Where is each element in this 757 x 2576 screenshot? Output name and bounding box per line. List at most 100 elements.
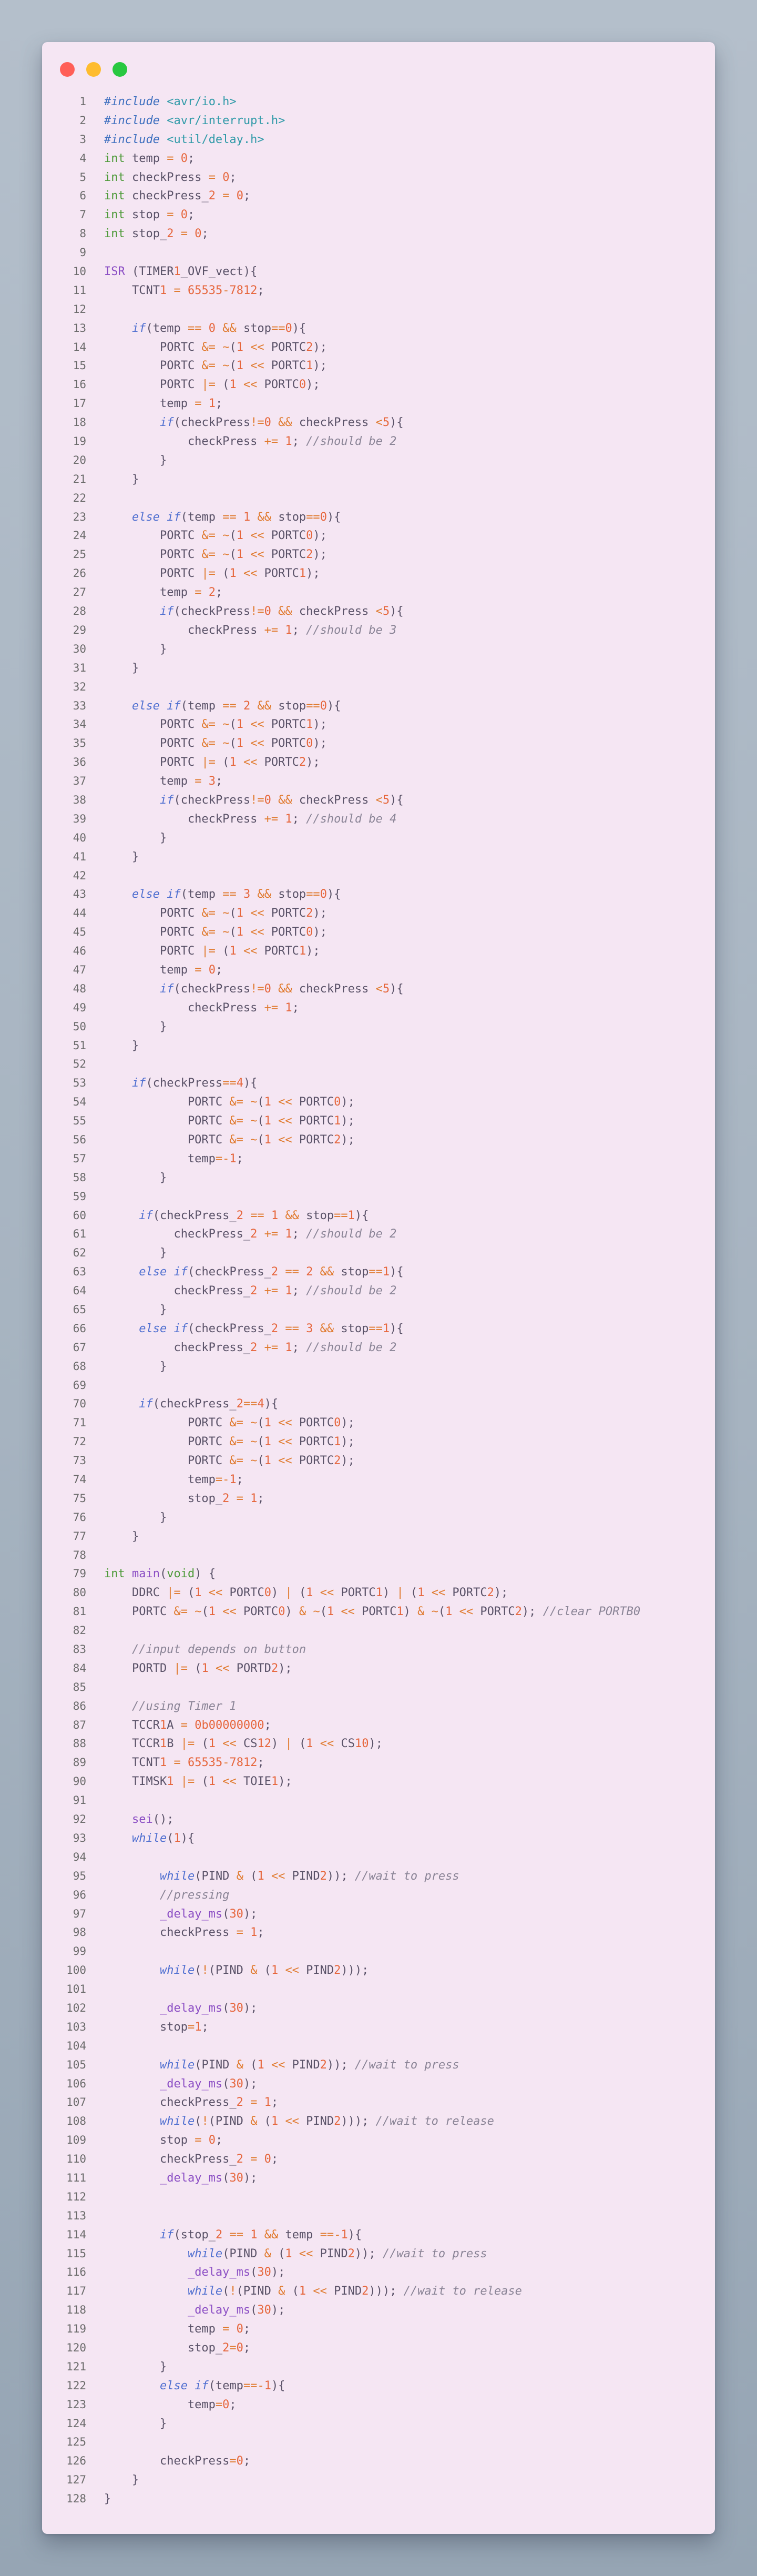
code-line[interactable]: 17 temp = 1;	[42, 394, 715, 413]
code-line[interactable]: 100 while(!(PIND & (1 << PIND2)));	[42, 1961, 715, 1980]
line-source[interactable]: while(!(PIND & (1 << PIND2))); //wait to…	[86, 2112, 494, 2131]
line-source[interactable]: }	[86, 2471, 139, 2490]
line-source[interactable]: checkPress_2 += 1; //should be 2	[86, 1225, 396, 1244]
code-line[interactable]: 29 checkPress += 1; //should be 3	[42, 621, 715, 640]
line-source[interactable]	[86, 489, 104, 508]
line-source[interactable]: while(1){	[86, 1829, 195, 1848]
line-source[interactable]: PORTC &= ~(1 << PORTC1);	[86, 1433, 355, 1452]
line-source[interactable]	[86, 867, 104, 886]
maximize-button[interactable]	[112, 62, 127, 77]
code-line[interactable]: 2 #include <avr/interrupt.h>	[42, 111, 715, 130]
line-source[interactable]: #include <avr/interrupt.h>	[86, 111, 285, 130]
code-line[interactable]: 107 checkPress_2 = 1;	[42, 2093, 715, 2112]
code-line[interactable]: 14 PORTC &= ~(1 << PORTC2);	[42, 338, 715, 357]
line-source[interactable]	[86, 244, 104, 262]
line-source[interactable]: stop=1;	[86, 2018, 209, 2037]
line-source[interactable]: checkPress += 1; //should be 3	[86, 621, 396, 640]
code-line[interactable]: 40 }	[42, 829, 715, 848]
code-line[interactable]: 57 temp=-1;	[42, 1150, 715, 1169]
code-line[interactable]: 44 PORTC &= ~(1 << PORTC2);	[42, 904, 715, 923]
line-source[interactable]: checkPress += 1; //should be 4	[86, 810, 396, 829]
line-source[interactable]: }	[86, 1527, 139, 1546]
code-line[interactable]: 52	[42, 1055, 715, 1074]
code-line[interactable]: 76 }	[42, 1508, 715, 1527]
line-source[interactable]	[86, 1188, 104, 1206]
code-line[interactable]: 95 while(PIND & (1 << PIND2)); //wait to…	[42, 1867, 715, 1886]
line-source[interactable]: PORTC |= (1 << PORTC0);	[86, 376, 320, 394]
line-source[interactable]: if(checkPress!=0 && checkPress <5){	[86, 602, 404, 621]
code-line[interactable]: 59	[42, 1188, 715, 1206]
line-source[interactable]: PORTC &= ~(1 << PORTC0);	[86, 923, 327, 942]
line-source[interactable]: sei();	[86, 1810, 174, 1829]
line-source[interactable]: PORTC &= ~(1 << PORTC0);	[86, 1414, 355, 1433]
line-source[interactable]: PORTC &= ~(1 << PORTC2);	[86, 338, 327, 357]
line-source[interactable]: while(PIND & (1 << PIND2)); //wait to pr…	[86, 1867, 459, 1886]
code-line[interactable]: 83 //input depends on button	[42, 1640, 715, 1659]
code-line[interactable]: 63 else if(checkPress_2 == 2 && stop==1)…	[42, 1263, 715, 1282]
code-line[interactable]: 26 PORTC |= (1 << PORTC1);	[42, 564, 715, 583]
code-line[interactable]: 77 }	[42, 1527, 715, 1546]
code-line[interactable]: 55 PORTC &= ~(1 << PORTC1);	[42, 1112, 715, 1131]
line-source[interactable]: _delay_ms(30);	[86, 1905, 257, 1924]
line-source[interactable]: PORTC &= ~(1 << PORTC1);	[86, 1112, 355, 1131]
line-source[interactable]: PORTC &= ~(1 << PORTC2);	[86, 1452, 355, 1470]
line-source[interactable]: stop_2=0;	[86, 2339, 250, 2358]
code-line[interactable]: 38 if(checkPress!=0 && checkPress <5){	[42, 791, 715, 810]
code-line[interactable]: 3 #include <util/delay.h>	[42, 130, 715, 149]
code-line[interactable]: 102 _delay_ms(30);	[42, 1999, 715, 2018]
code-line[interactable]: 87 TCCR1A = 0b00000000;	[42, 1716, 715, 1735]
line-source[interactable]: if(checkPress==4){	[86, 1074, 257, 1093]
line-source[interactable]: PORTC &= ~(1 << PORTC0);	[86, 1093, 355, 1112]
line-source[interactable]: if(checkPress!=0 && checkPress <5){	[86, 413, 404, 432]
line-source[interactable]	[86, 2207, 104, 2226]
line-source[interactable]: PORTC &= ~(1 << PORTC1);	[86, 715, 327, 734]
line-source[interactable]: }	[86, 1357, 167, 1376]
code-line[interactable]: 85	[42, 1678, 715, 1697]
line-source[interactable]	[86, 300, 104, 319]
code-line[interactable]: 19 checkPress += 1; //should be 2	[42, 432, 715, 451]
code-line[interactable]: 5 int checkPress = 0;	[42, 168, 715, 187]
code-line[interactable]: 91	[42, 1791, 715, 1810]
line-source[interactable]: }	[86, 1301, 167, 1320]
line-source[interactable]: else if(checkPress_2 == 3 && stop==1){	[86, 1320, 403, 1338]
line-source[interactable]: while(!(PIND & (1 << PIND2))); //wait to…	[86, 2282, 522, 2301]
code-line[interactable]: 61 checkPress_2 += 1; //should be 2	[42, 1225, 715, 1244]
line-source[interactable]: TCNT1 = 65535-7812;	[86, 281, 264, 300]
code-line[interactable]: 6 int checkPress_2 = 0;	[42, 187, 715, 206]
line-source[interactable]: _delay_ms(30);	[86, 1999, 257, 2018]
line-source[interactable]	[86, 2188, 104, 2207]
code-line[interactable]: 20 }	[42, 451, 715, 470]
line-source[interactable]: else if(temp == 3 && stop==0){	[86, 885, 341, 904]
line-source[interactable]: temp = 2;	[86, 583, 222, 602]
code-line[interactable]: 123 temp=0;	[42, 2396, 715, 2415]
code-line[interactable]: 51 }	[42, 1037, 715, 1056]
line-source[interactable]: if(temp == 0 && stop==0){	[86, 319, 306, 338]
line-source[interactable]	[86, 1546, 104, 1565]
line-source[interactable]	[86, 1791, 104, 1810]
code-line[interactable]: 111 _delay_ms(30);	[42, 2169, 715, 2188]
code-line[interactable]: 8 int stop_2 = 0;	[42, 225, 715, 244]
close-button[interactable]	[60, 62, 75, 77]
code-line[interactable]: 68 }	[42, 1357, 715, 1376]
line-source[interactable]: if(checkPress_2 == 1 && stop==1){	[86, 1206, 369, 1225]
code-line[interactable]: 67 checkPress_2 += 1; //should be 2	[42, 1338, 715, 1357]
line-source[interactable]	[86, 678, 104, 697]
line-source[interactable]: DDRC |= (1 << PORTC0) | (1 << PORTC1) | …	[86, 1584, 508, 1603]
code-line[interactable]: 64 checkPress_2 += 1; //should be 2	[42, 1282, 715, 1301]
line-source[interactable]: checkPress=0;	[86, 2452, 250, 2471]
code-line[interactable]: 48 if(checkPress!=0 && checkPress <5){	[42, 980, 715, 999]
minimize-button[interactable]	[86, 62, 101, 77]
code-line[interactable]: 122 else if(temp==-1){	[42, 2377, 715, 2396]
code-line[interactable]: 43 else if(temp == 3 && stop==0){	[42, 885, 715, 904]
line-source[interactable]: }	[86, 2358, 167, 2377]
code-line[interactable]: 34 PORTC &= ~(1 << PORTC1);	[42, 715, 715, 734]
line-source[interactable]	[86, 1621, 104, 1640]
line-source[interactable]: int stop_2 = 0;	[86, 225, 209, 244]
code-line[interactable]: 119 temp = 0;	[42, 2320, 715, 2339]
line-source[interactable]: PORTC |= (1 << PORTC1);	[86, 564, 320, 583]
code-line[interactable]: 47 temp = 0;	[42, 961, 715, 980]
line-source[interactable]: else if(temp == 1 && stop==0){	[86, 508, 341, 527]
line-source[interactable]: temp = 0;	[86, 961, 222, 980]
code-line[interactable]: 45 PORTC &= ~(1 << PORTC0);	[42, 923, 715, 942]
code-line[interactable]: 110 checkPress_2 = 0;	[42, 2150, 715, 2169]
